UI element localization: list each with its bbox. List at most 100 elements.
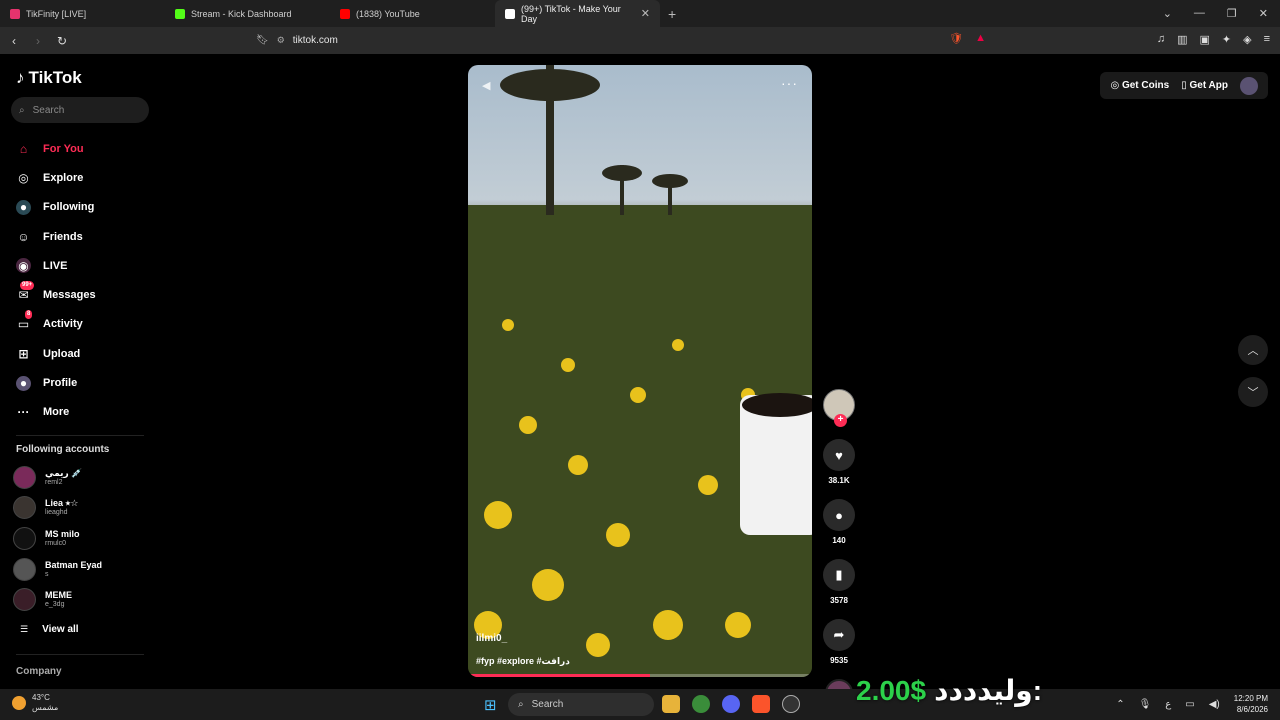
avatar [13, 557, 36, 581]
new-tab-button[interactable]: + [668, 6, 676, 22]
comment-icon[interactable]: ● [823, 499, 855, 531]
nav-more[interactable]: ··· More [16, 398, 96, 427]
language-indicator[interactable]: ع [1165, 699, 1171, 710]
company-link[interactable]: Company [16, 666, 62, 677]
nav-upload[interactable]: ⊞ Upload [16, 339, 96, 368]
file-explorer-icon[interactable] [662, 695, 680, 713]
nav-for-you[interactable]: ⌂ For You [16, 134, 96, 163]
flower [606, 523, 630, 547]
nav-label: LIVE [43, 259, 68, 272]
palm-trees [500, 65, 688, 215]
share-icon[interactable]: ➦ [823, 619, 855, 651]
chrome-icon[interactable] [692, 695, 710, 713]
video-author[interactable]: iilmi0_ [476, 633, 507, 644]
more-options-icon[interactable]: ··· [781, 75, 798, 91]
account-item[interactable]: MEME e_3dg [13, 584, 102, 615]
action-bar: + ♥ 38.1K ● 140 ▮ 3578 ➦ 9535 [822, 389, 856, 707]
video-progress[interactable] [468, 674, 812, 677]
minimize-icon[interactable]: — [1194, 7, 1205, 20]
user-avatar[interactable] [1240, 76, 1258, 95]
close-tab-icon[interactable]: ✕ [641, 7, 650, 20]
nav-live[interactable]: ◉ LIVE [16, 251, 96, 280]
friends-icon: ☺ [17, 229, 30, 244]
site-info-icon[interactable]: ⚙ [277, 35, 285, 46]
address-bar[interactable]: 🔖︎ ⚙ tiktok.com 🛡︎ ▲ [256, 31, 1000, 50]
account-item[interactable]: MS milo rmulc0 [13, 523, 102, 554]
close-window-icon[interactable]: ✕ [1259, 7, 1268, 20]
brave-rewards-icon[interactable]: ▲ [975, 32, 986, 45]
more-icon: ··· [17, 405, 30, 420]
follow-plus-icon[interactable]: + [834, 414, 847, 427]
account-item[interactable]: Batman Eyad s [13, 554, 102, 585]
microphone-icon[interactable]: 🎙︎ [1139, 699, 1152, 710]
nav-friends[interactable]: ☺ Friends [16, 222, 96, 251]
bookmark-icon[interactable]: 🔖︎ [256, 35, 269, 46]
back-icon[interactable]: ‹ [4, 34, 24, 48]
tikfinity-favicon-icon [10, 8, 20, 19]
nav-activity[interactable]: ▭ 8 Activity [16, 309, 96, 339]
browser-tab[interactable]: Stream - Kick Dashboard [165, 0, 330, 27]
weather-widget[interactable]: 43°C مشمس [12, 693, 58, 713]
nav-label: Friends [43, 230, 83, 243]
reload-icon[interactable]: ↻ [52, 34, 72, 48]
search-input[interactable]: ⌕ Search [11, 97, 149, 123]
sidebar-toggle-icon[interactable]: ▥ [1177, 33, 1187, 46]
creator-avatar[interactable]: + [823, 389, 855, 427]
get-app-button[interactable]: ▯ Get App [1181, 80, 1228, 91]
taskbar-search-label: Search [531, 699, 564, 710]
vpn-icon[interactable]: ◈ [1243, 33, 1251, 46]
get-coins-button[interactable]: ◎ Get Coins [1110, 80, 1169, 91]
nav-explore[interactable]: ◎ Explore [16, 163, 96, 192]
flower [532, 569, 564, 601]
tab-search-icon[interactable]: ⌄ [1163, 7, 1172, 20]
maximize-icon[interactable]: ❐ [1227, 7, 1237, 20]
nav-label: Activity [43, 318, 83, 331]
account-item[interactable]: ريمي 💉 reml2 [13, 462, 102, 493]
account-item[interactable]: Liea ⭑☆ lieaghd [13, 493, 102, 524]
video-player[interactable]: ◀ ··· iilmi0_ #fyp #explore #درافت [468, 65, 812, 677]
clock[interactable]: 12:20 PM 8/6/2026 [1234, 693, 1268, 715]
menu-icon[interactable]: ≡ [1264, 33, 1270, 46]
upload-icon: ⊞ [18, 346, 29, 361]
brave-shield-icon[interactable]: 🛡︎ [949, 32, 963, 45]
leo-ai-icon[interactable]: ✦ [1222, 33, 1231, 46]
windows-start-icon[interactable]: ⊞ [484, 696, 497, 714]
forward-icon[interactable]: › [28, 34, 48, 48]
account-handle: reml2 [45, 478, 63, 486]
obs-icon[interactable] [782, 695, 800, 713]
taskbar-search[interactable]: ⌕ Search [508, 693, 654, 716]
browser-toolbar: ‹ › ↻ 🔖︎ ⚙ tiktok.com 🛡︎ ▲ ♫ ▥ ▣ ✦ ◈ ≡ [0, 27, 1280, 54]
bookmark-icon[interactable]: ▮ [823, 559, 855, 591]
save-action: ▮ 3578 [822, 559, 856, 605]
sidebar-divider [16, 654, 144, 655]
video-caption: #fyp #explore #درافت [476, 656, 570, 666]
heart-icon[interactable]: ♥ [823, 439, 855, 471]
previous-video-button[interactable]: ︿ [1238, 335, 1268, 365]
browser-tab[interactable]: (1838) YouTube [330, 0, 495, 27]
flower [630, 387, 646, 403]
display-icon[interactable]: ▭ [1185, 699, 1194, 710]
search-icon: ⌕ [19, 104, 25, 116]
next-video-button[interactable]: ﹀ [1238, 377, 1268, 407]
chevron-up-icon: ︿ [1247, 345, 1259, 357]
flower [502, 319, 514, 331]
tiktok-logo[interactable]: ♪ TikTok [16, 68, 82, 88]
media-icon[interactable]: ♫ [1157, 33, 1165, 46]
nav-following[interactable]: ● Following [16, 193, 96, 222]
brave-icon[interactable] [752, 695, 770, 713]
chevron-up-icon[interactable]: ⌃ [1116, 699, 1124, 710]
share-count: 9535 [830, 656, 848, 665]
view-all-link[interactable]: ☰ View all [20, 624, 79, 635]
volume-icon[interactable]: ◀) [1209, 699, 1220, 710]
url-text: tiktok.com [292, 35, 338, 46]
discord-icon[interactable] [722, 695, 740, 713]
flower [653, 610, 683, 640]
compass-icon: ◎ [18, 170, 29, 185]
browser-tab[interactable]: TikFinity [LIVE] [0, 0, 165, 27]
browser-tab-active[interactable]: (99+) TikTok - Make Your Day ✕ [495, 0, 660, 27]
nav-messages[interactable]: ✉ 99+ Messages [16, 280, 96, 309]
wallet-icon[interactable]: ▣ [1199, 33, 1209, 46]
nav-profile[interactable]: ● Profile [16, 368, 96, 397]
volume-icon[interactable]: ◀ [482, 79, 490, 92]
get-app-label: Get App [1189, 80, 1228, 91]
